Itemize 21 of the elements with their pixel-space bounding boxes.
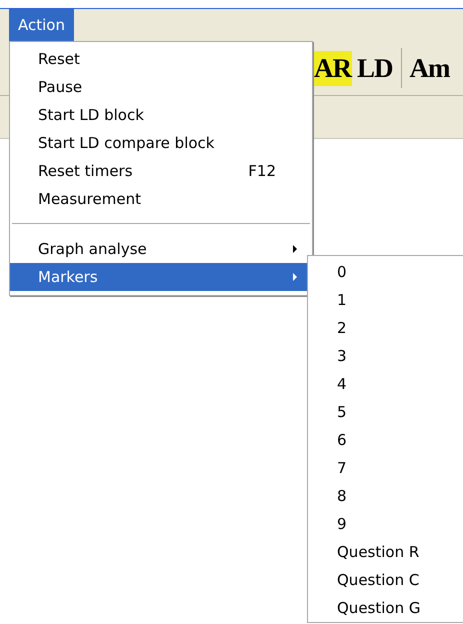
menu-item[interactable]: 6 <box>308 426 463 454</box>
menu-item[interactable]: 2 <box>308 314 463 342</box>
menu-item[interactable]: Question C <box>308 566 463 594</box>
menu-item[interactable]: Pause <box>10 73 312 101</box>
toolbar-button[interactable]: Am <box>408 50 451 86</box>
menu-bar-item[interactable]: Action <box>9 9 74 41</box>
menu-item[interactable]: 5 <box>308 398 463 426</box>
menu-item[interactable]: Question R <box>308 538 463 566</box>
menu-item[interactable]: Reset timers F12 <box>10 157 312 185</box>
toolbar-button[interactable]: LD <box>356 50 394 86</box>
menu-item[interactable]: Start LD compare block <box>10 129 312 157</box>
menu-item[interactable]: Question G <box>308 594 463 622</box>
menu-item[interactable]: 9 <box>308 510 463 538</box>
menu-item[interactable]: 8 <box>308 482 463 510</box>
menu-item[interactable]: 7 <box>308 454 463 482</box>
menu-item[interactable]: Start LD block <box>10 101 312 129</box>
menu-item[interactable]: 4 <box>308 370 463 398</box>
menu-item[interactable]: Reset <box>10 45 312 73</box>
menu-item[interactable]: Measurement <box>10 185 312 213</box>
toolbar-button[interactable]: AR <box>313 50 352 86</box>
menu-item[interactable]: 3 <box>308 342 463 370</box>
